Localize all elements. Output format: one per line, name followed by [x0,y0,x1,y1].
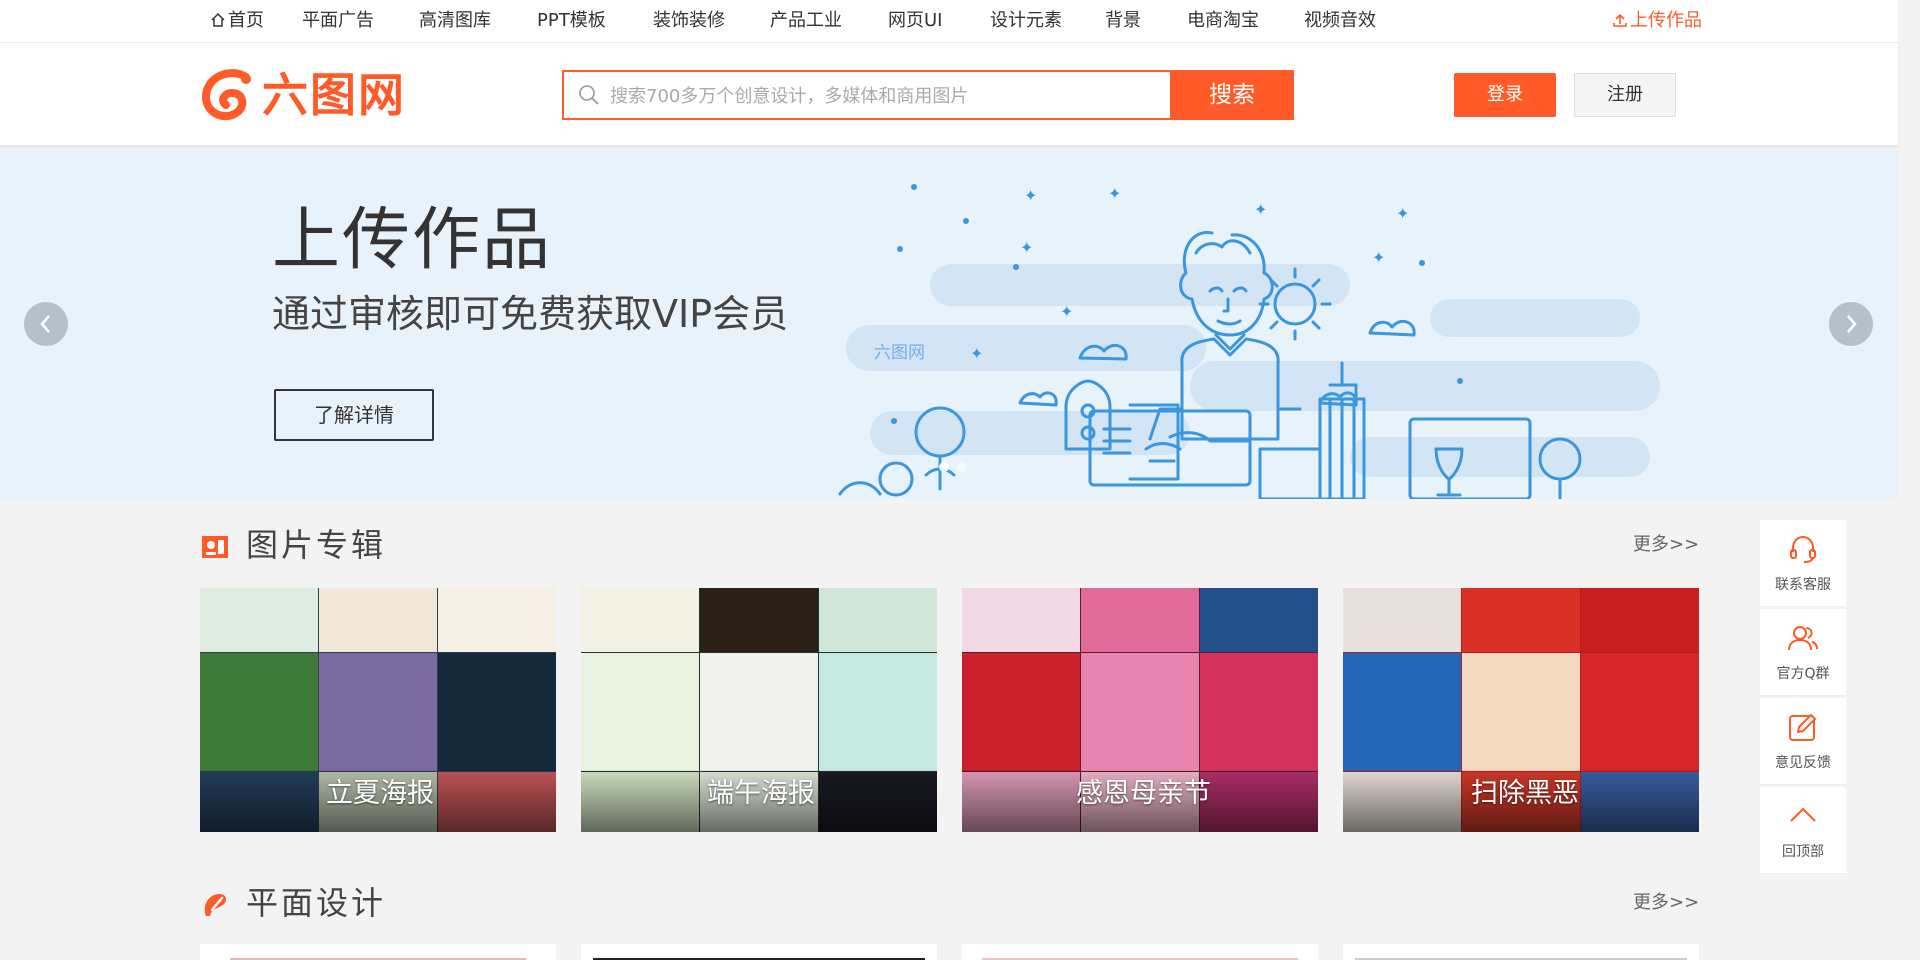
banner-illustration: 六图网 ✦ ✦ ✦ ✦ ✦ ✦ ✦ ✦ [838,184,1660,499]
sidebar-label: 联系客服 [1775,577,1831,593]
chevron-up-icon [1790,807,1816,822]
albums-section-icon [202,536,228,558]
more-link[interactable]: 更多>> [1633,532,1699,558]
chevron-left-icon [40,315,50,333]
logo-swirl-icon [201,69,251,121]
nav-item-label: 首页 [228,10,264,31]
more-link[interactable]: 更多>> [1633,890,1699,916]
nav-item-background[interactable]: 背景 [1105,0,1141,42]
nav-item-ecommerce[interactable]: 电商淘宝 [1187,0,1259,42]
upload-icon [1613,13,1627,27]
svg-text:✦: ✦ [1108,184,1121,203]
album-title: 立夏海报 [326,778,434,809]
svg-text:✦: ✦ [970,344,983,363]
section-graphic-design: 平面设计 更多>> [200,878,1700,928]
logo[interactable]: 六图网 [200,67,430,123]
design-card[interactable] [581,944,937,960]
svg-text:✦: ✦ [1396,204,1409,223]
users-icon [1788,626,1818,651]
album-title: 感恩母亲节 [1076,778,1211,809]
hero-banner: 上传作品 通过审核即可免费获取VIP会员 了解详情 六图网 ✦ ✦ ✦ ✦ ✦ … [0,149,1898,499]
feedback-button[interactable]: 意见反馈 [1760,698,1846,785]
album-title: 端午海报 [707,778,815,809]
nav-item-industrial[interactable]: 产品工业 [770,0,842,42]
search-icon [579,85,599,105]
top-nav: 首页 平面广告 高清图库 PPT模板 装饰装修 产品工业 网页UI 设计元素 背… [0,0,1898,43]
design-card[interactable] [962,944,1318,960]
section-title: 图片专辑 [246,526,387,564]
nav-item-ppt[interactable]: PPT模板 [537,0,606,42]
svg-text:✦: ✦ [1254,200,1267,219]
graphic-design-section-icon [204,894,227,916]
logo-text: 六图网 [262,68,406,122]
carousel-dot[interactable] [957,462,967,472]
album-card-duanwu[interactable]: 端午海报 [581,588,937,832]
contact-support-button[interactable]: 联系客服 [1760,520,1846,607]
nav-item-decoration[interactable]: 装饰装修 [653,0,725,42]
design-card[interactable] [1343,944,1699,960]
banner-title: 上传作品 [272,201,553,280]
chevron-right-icon [1847,315,1857,333]
carousel-prev-button[interactable] [24,302,68,346]
learn-more-button[interactable]: 了解详情 [274,389,434,441]
qq-group-button[interactable]: 官方Q群 [1760,609,1846,696]
carousel-next-button[interactable] [1829,302,1873,346]
home-icon [211,12,225,27]
search-button[interactable]: 搜索 [1170,70,1294,120]
section-photo-albums: 图片专辑 更多>> [200,520,1700,570]
nav-item-web-ui[interactable]: 网页UI [888,0,942,42]
svg-text:✦: ✦ [1024,186,1037,205]
section-title: 平面设计 [246,884,387,922]
edit-icon [1789,713,1817,741]
album-title: 扫除黑恶 [1471,778,1579,809]
upload-link-label: 上传作品 [1630,10,1702,31]
upload-link[interactable]: 上传作品 [1612,0,1702,42]
header: 六图网 搜索 登录 注册 [0,43,1898,145]
album-card-anti-crime[interactable]: 扫除黑恶 [1343,588,1699,832]
nav-item-design-elements[interactable]: 设计元素 [990,0,1062,42]
design-card[interactable] [200,944,556,960]
nav-item-home[interactable]: 首页 [210,0,264,42]
nav-item-video-audio[interactable]: 视频音效 [1304,0,1376,42]
sidebar-label: 意见反馈 [1775,755,1831,771]
nav-item-hd-gallery[interactable]: 高清图库 [419,0,491,42]
carousel-dot-active[interactable] [939,462,949,472]
svg-text:✦: ✦ [1020,238,1033,257]
banner-art-logo: 六图网 [874,343,925,363]
nav-item-print-ads[interactable]: 平面广告 [302,0,374,42]
back-to-top-button[interactable]: 回顶部 [1760,787,1846,874]
sidebar-label: 回顶部 [1782,844,1824,860]
sidebar-label: 官方Q群 [1776,666,1830,682]
album-card-lixia[interactable]: 立夏海报 [200,588,556,832]
banner-subtitle: 通过审核即可免费获取VIP会员 [272,292,789,336]
album-card-mothers-day[interactable]: 感恩母亲节 [962,588,1318,832]
svg-text:✦: ✦ [1372,248,1385,267]
search-input[interactable] [608,72,1132,120]
register-button[interactable]: 注册 [1574,73,1676,117]
headset-icon [1790,535,1816,563]
svg-text:✦: ✦ [1060,302,1073,321]
login-button[interactable]: 登录 [1454,73,1556,117]
